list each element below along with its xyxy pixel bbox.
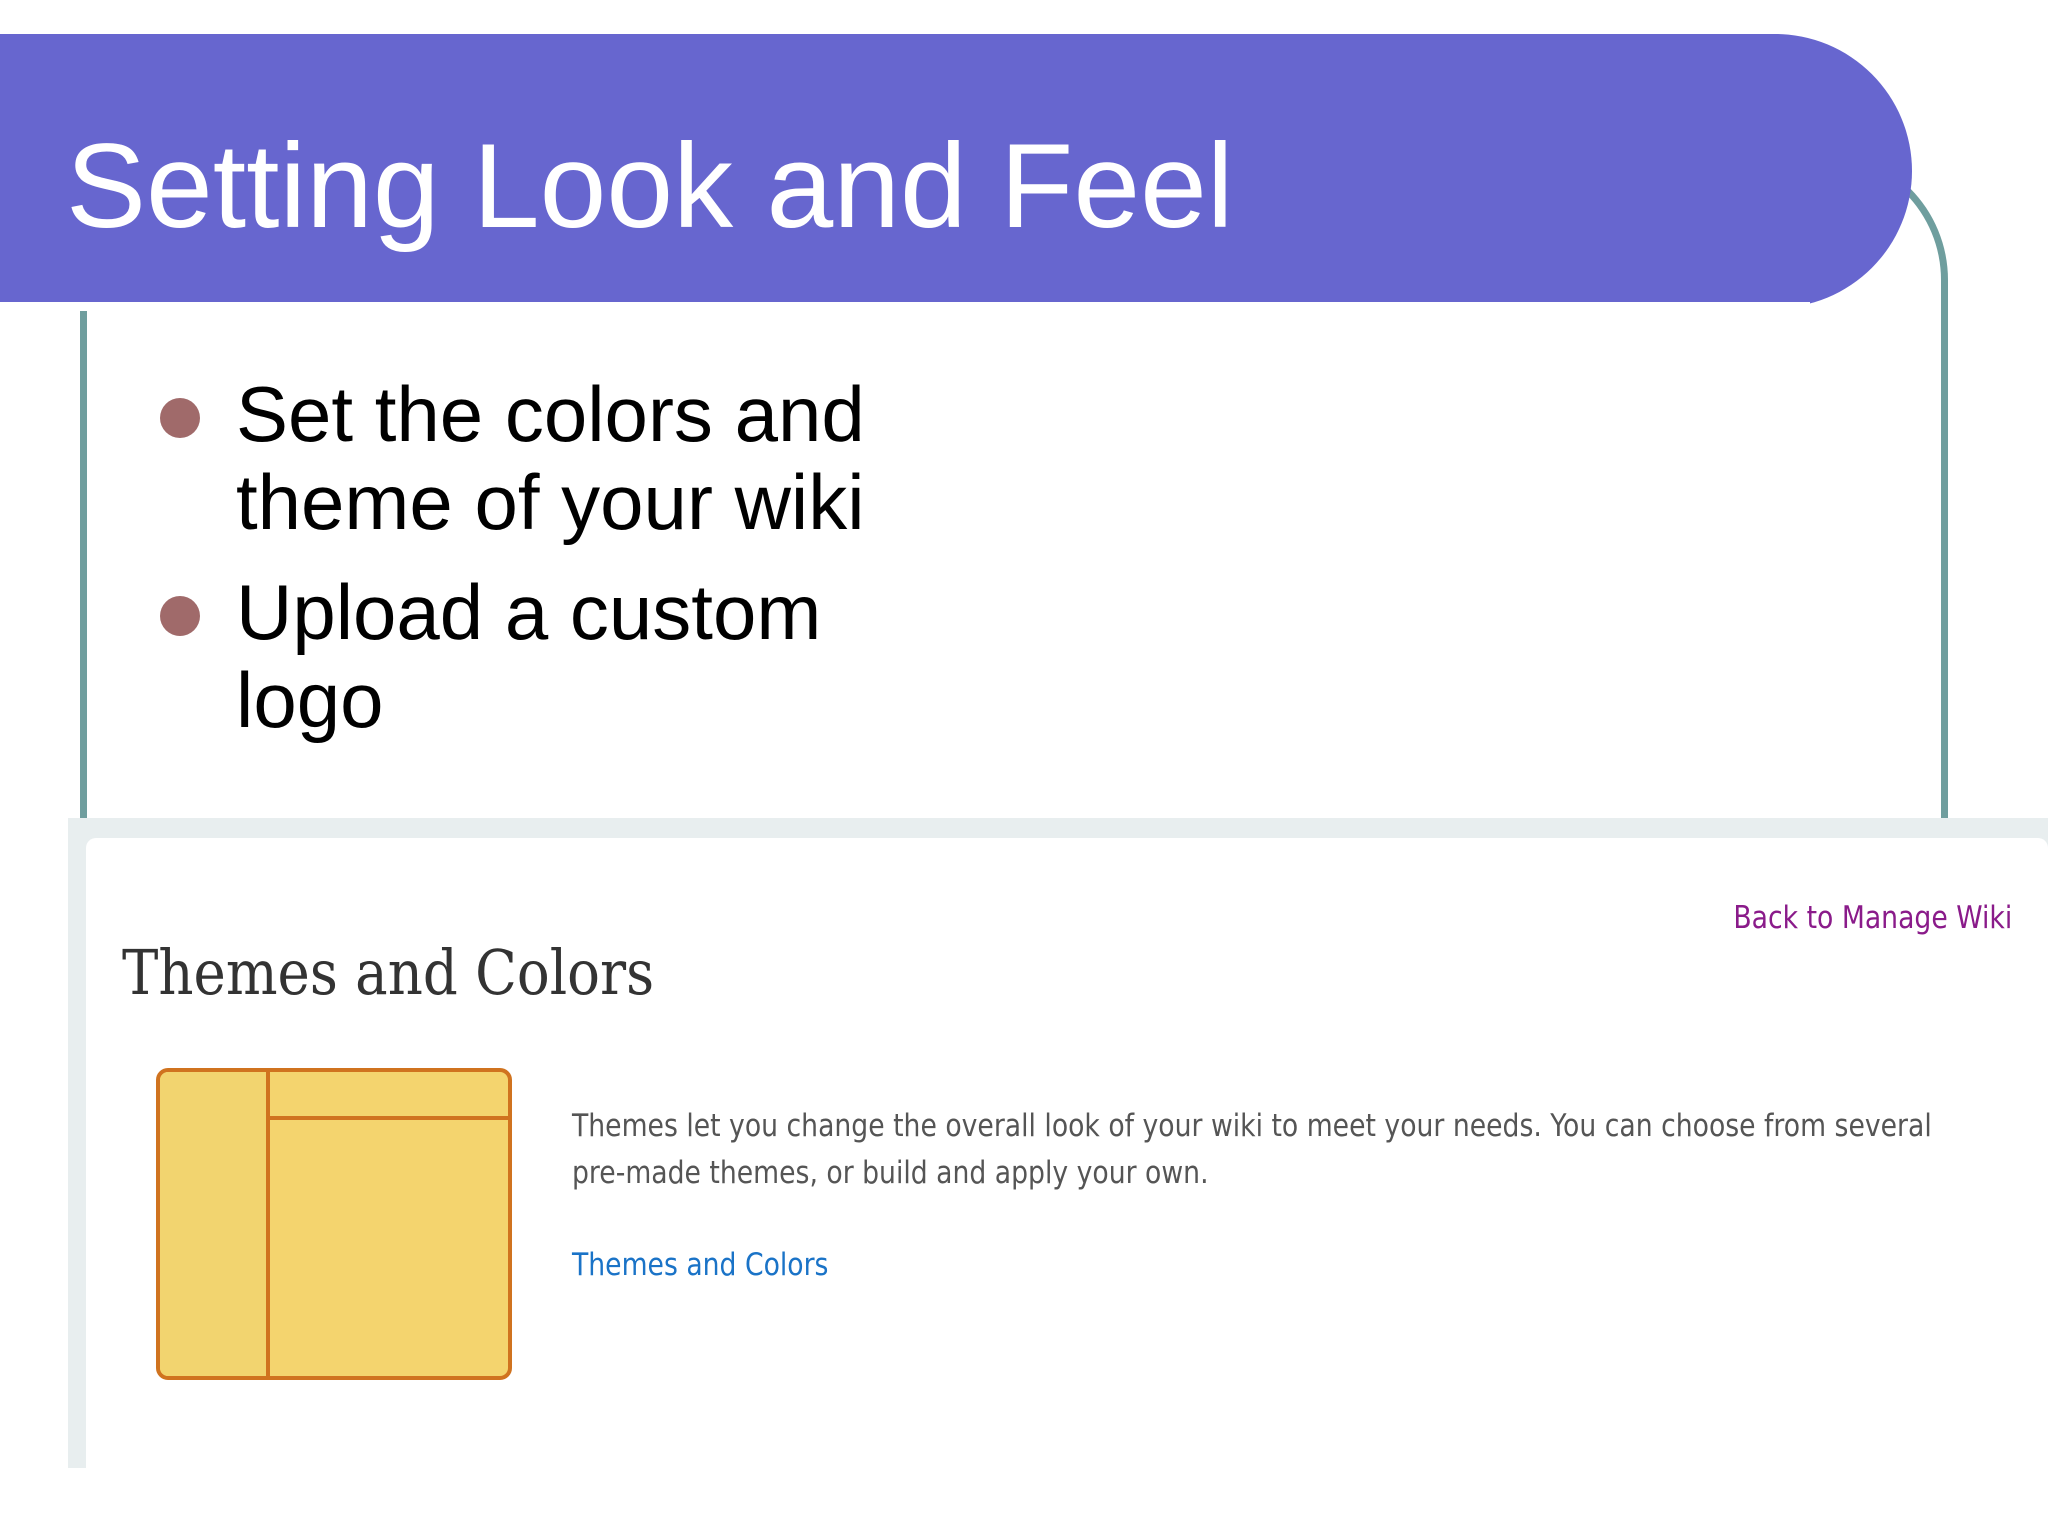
theme-icon-header-line <box>270 1116 508 1120</box>
bullet-text: Set the colors and theme of your wiki <box>236 370 865 546</box>
embedded-screenshot: Back to Manage Wiki Themes and Colors Th… <box>68 818 2048 1468</box>
title-underline <box>0 302 1810 311</box>
back-to-manage-wiki-link[interactable]: Back to Manage Wiki <box>1733 898 2012 938</box>
themes-panel: Back to Manage Wiki Themes and Colors Th… <box>86 838 2048 1468</box>
bullet-list: Set the colors and theme of your wiki Up… <box>160 370 940 766</box>
themes-description: Themes let you change the overall look o… <box>572 1108 1932 1191</box>
theme-layout-icon <box>156 1068 512 1380</box>
bullet-dot-icon <box>160 596 200 636</box>
themes-heading: Themes and Colors <box>122 936 655 1009</box>
bullet-item: Upload a custom logo <box>160 568 940 744</box>
bullet-text: Upload a custom logo <box>236 568 822 744</box>
bullet-item: Set the colors and theme of your wiki <box>160 370 940 546</box>
bullet-dot-icon <box>160 398 200 438</box>
themes-and-colors-link[interactable]: Themes and Colors <box>572 1245 828 1285</box>
slide-frame-right <box>1941 385 1948 825</box>
slide-title: Setting Look and Feel <box>66 119 1234 253</box>
title-bar: Setting Look and Feel <box>0 34 1912 311</box>
theme-icon-sidebar <box>160 1072 270 1376</box>
slide-frame-left <box>80 280 87 825</box>
